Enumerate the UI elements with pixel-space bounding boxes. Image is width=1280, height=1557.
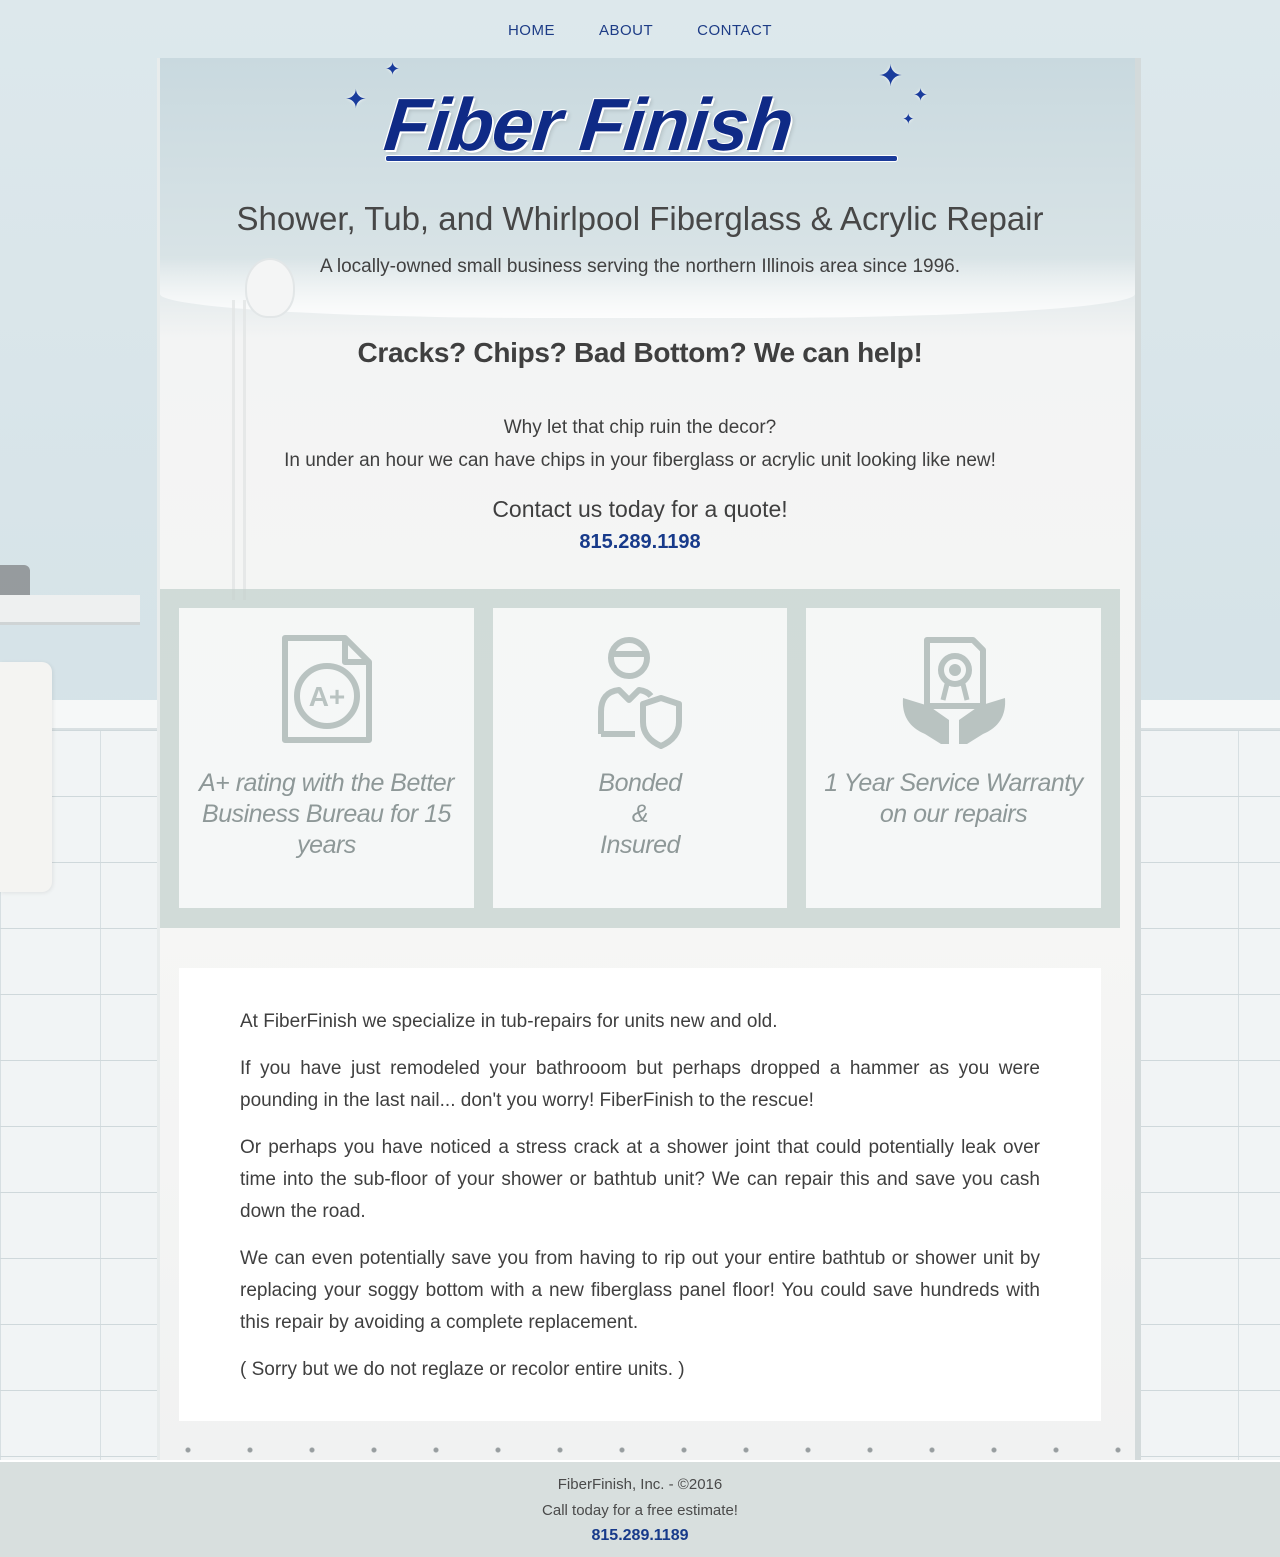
bonded-worker-shield-icon <box>598 637 682 749</box>
feature-text-line: & <box>631 800 649 828</box>
logo-underline <box>385 155 898 162</box>
about-paragraph: Or perhaps you have noticed a stress cra… <box>240 1137 1040 1222</box>
feature-text-line: Insured <box>600 831 680 859</box>
svg-text:A+: A+ <box>308 681 345 712</box>
nav-home-link[interactable]: HOME <box>508 22 555 39</box>
nav-about-link[interactable]: ABOUT <box>599 22 653 39</box>
call-to-action: Contact us today for a quote! <box>492 496 788 522</box>
a-plus-document-icon: A+ <box>281 635 372 743</box>
about-paragraph: We can even potentially save you from ha… <box>240 1248 1040 1333</box>
about-paragraph: At FiberFinish we specialize in tub-repa… <box>240 1011 778 1032</box>
about-section: At FiberFinish we specialize in tub-repa… <box>179 968 1101 1421</box>
warranty-certificate-hands-icon <box>902 637 1005 744</box>
nav-contact-link[interactable]: CONTACT <box>697 22 772 39</box>
shower-floor-texture <box>157 1446 1141 1454</box>
intro-line: Why let that chip ruin the decor? <box>503 417 777 438</box>
page-footer: FiberFinish, Inc. - ©2016 Call today for… <box>0 1460 1280 1557</box>
feature-card-warranty: 1 Year Service Warranty on our repairs <box>806 608 1101 908</box>
footer-copyright: FiberFinish, Inc. - ©2016 <box>557 1476 723 1493</box>
features-section: A+ A+ rating with the Better Business Bu… <box>160 589 1120 928</box>
wall-tiles <box>1138 730 1280 1460</box>
main-nav: HOME ABOUT CONTACT <box>0 22 1280 39</box>
page-subtitle: A locally-owned small business serving t… <box>319 256 960 277</box>
sparkle-icon: ✦ <box>878 60 904 93</box>
about-paragraph: If you have just remodeled your bathrooo… <box>240 1058 1040 1111</box>
feature-card-bonded: Bonded & Insured <box>493 608 787 908</box>
feature-text: Bonded & Insured <box>503 768 777 861</box>
feature-text-line: Bonded <box>598 769 682 797</box>
phone-link[interactable]: 815.289.1198 <box>0 531 1280 554</box>
sparkle-icon: ✦ <box>385 59 401 79</box>
fiber-finish-logo[interactable]: ✦ ✦ ✦ ✦ ✦ Fiber Finish <box>340 58 940 173</box>
sparkle-icon: ✦ <box>902 111 915 128</box>
intro-line: In under an hour we can have chips in yo… <box>284 450 996 471</box>
sparkle-icon: ✦ <box>345 84 367 114</box>
feature-card-bbb: A+ A+ rating with the Better Business Bu… <box>179 608 474 908</box>
towel-shelf <box>0 595 140 625</box>
page-title: Shower, Tub, and Whirlpool Fiberglass & … <box>236 200 1044 237</box>
sparkle-icon: ✦ <box>913 85 929 105</box>
footer-call-text: Call today for a free estimate! <box>542 1502 738 1519</box>
footer-phone-link[interactable]: 815.289.1189 <box>0 1527 1280 1545</box>
feature-text: 1 Year Service Warranty on our repairs <box>824 769 1083 828</box>
about-paragraph: ( Sorry but we do not reglaze or recolor… <box>240 1359 685 1380</box>
headline: Cracks? Chips? Bad Bottom? We can help! <box>357 337 923 368</box>
hanging-towel <box>0 662 52 892</box>
wall-trim <box>1138 700 1280 730</box>
feature-text: A+ rating with the Better Business Burea… <box>198 769 455 859</box>
